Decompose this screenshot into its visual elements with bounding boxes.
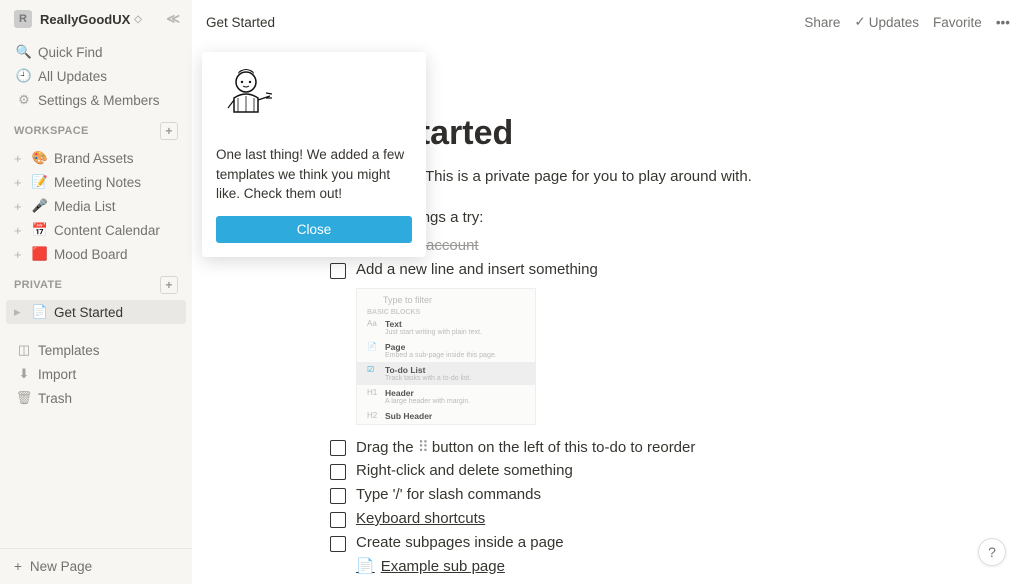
private-pages: ▸📄Get Started — [0, 298, 192, 326]
filter-row: ☑To-do ListTrack tasks with a to-do list… — [357, 362, 535, 385]
new-page-button[interactable]: +New Page — [0, 548, 192, 584]
page-description[interactable]: 👋Welcome! This is a private page for you… — [330, 167, 1024, 185]
gear-icon: ⚙ — [14, 92, 34, 108]
add-icon[interactable]: + — [14, 151, 28, 166]
page-title[interactable]: Get Started — [330, 114, 1024, 153]
todo-drag-reorder[interactable]: Drag the ⠿ button on the left of this to… — [330, 435, 1024, 459]
illustration-person-icon — [216, 64, 286, 134]
filter-section: BASIC BLOCKS — [357, 307, 535, 316]
filter-row: H1HeaderA large header with margin. — [357, 385, 535, 408]
private-section: PRIVATE + — [0, 268, 192, 298]
workspace-switcher[interactable]: R ReallyGoodUX ◇ ≪ — [0, 0, 192, 38]
todo-slash-commands[interactable]: Type '/' for slash commands — [330, 483, 1024, 507]
page-media-list[interactable]: +🎤Media List — [6, 194, 186, 218]
collapse-sidebar-icon[interactable]: ≪ — [166, 11, 180, 27]
add-icon[interactable]: + — [14, 223, 28, 238]
topbar-actions: Share ✓Updates Favorite ••• — [804, 14, 1010, 30]
filter-row: 📄PageEmbed a sub-page inside this page. — [357, 339, 535, 362]
page-get-started[interactable]: ▸📄Get Started — [6, 300, 186, 324]
page-emoji: 🟥 — [30, 246, 50, 262]
add-private-page[interactable]: + — [160, 276, 178, 294]
todo-keyboard-shortcuts[interactable]: Keyboard shortcuts — [330, 507, 1024, 531]
trash[interactable]: 🗑Trash — [6, 386, 186, 410]
workspace-name: ReallyGoodUX — [40, 12, 130, 27]
try-hint[interactable]: Give these things a try: — [330, 209, 1024, 226]
checkbox[interactable] — [330, 536, 346, 552]
page-emoji: 🎤 — [30, 198, 50, 214]
workspace-pages: +🎨Brand Assets +📝Meeting Notes +🎤Media L… — [0, 144, 192, 268]
subpage-link[interactable]: 📄Example sub page — [330, 555, 1024, 575]
todo-subpages[interactable]: Create subpages inside a page — [330, 531, 1024, 555]
checkbox[interactable] — [330, 263, 346, 279]
checkbox[interactable] — [330, 512, 346, 528]
add-workspace-page[interactable]: + — [160, 122, 178, 140]
quick-find[interactable]: 🔍Quick Find — [6, 40, 186, 64]
onboarding-modal: One last thing! We added a few templates… — [202, 52, 426, 257]
trash-icon: 🗑 — [14, 390, 34, 406]
page-emoji: 📅 — [30, 222, 50, 238]
page-content-calendar[interactable]: +📅Content Calendar — [6, 218, 186, 242]
sidebar: R ReallyGoodUX ◇ ≪ 🔍Quick Find 🕘All Upda… — [0, 0, 192, 584]
add-icon[interactable]: + — [14, 175, 28, 190]
add-icon[interactable]: + — [14, 247, 28, 262]
topbar: Get Started Share ✓Updates Favorite ••• — [192, 0, 1024, 44]
sidebar-utilities: ◫Templates ⬇Import 🗑Trash — [0, 336, 192, 412]
checkbox[interactable] — [330, 464, 346, 480]
breadcrumb[interactable]: Get Started — [206, 15, 275, 30]
more-menu-icon[interactable]: ••• — [996, 15, 1010, 30]
slash-menu-preview: Type to filter BASIC BLOCKS AaTextJust s… — [356, 288, 536, 425]
search-icon: 🔍 — [14, 44, 34, 60]
import[interactable]: ⬇Import — [6, 362, 186, 386]
document-icon: 📄 — [356, 557, 375, 575]
page-brand-assets[interactable]: +🎨Brand Assets — [6, 146, 186, 170]
page-emoji: 📝 — [30, 174, 50, 190]
close-button[interactable]: Close — [216, 216, 412, 243]
filter-row: H2Sub Header — [357, 408, 535, 424]
settings-members[interactable]: ⚙Settings & Members — [6, 88, 186, 112]
page-emoji: 🎨 — [30, 150, 50, 166]
todo-create-account[interactable]: ✓Create an account — [330, 234, 1024, 258]
filter-row: AaTextJust start writing with plain text… — [357, 316, 535, 339]
clock-icon: 🕘 — [14, 68, 34, 84]
add-icon[interactable]: + — [14, 199, 28, 214]
filter-placeholder: Type to filter — [357, 289, 535, 307]
todo-add-line[interactable]: Add a new line and insert something — [330, 258, 1024, 282]
favorite-button[interactable]: Favorite — [933, 15, 982, 30]
checkbox[interactable] — [330, 488, 346, 504]
plus-icon: + — [14, 559, 22, 574]
modal-text: One last thing! We added a few templates… — [216, 145, 412, 204]
caret-icon: ◇ — [134, 14, 142, 25]
page-mood-board[interactable]: +🟥Mood Board — [6, 242, 186, 266]
templates-icon: ◫ — [14, 342, 34, 358]
workspace-icon: R — [14, 10, 32, 28]
page-emoji: 📄 — [30, 304, 50, 320]
updates-button[interactable]: ✓Updates — [854, 14, 919, 30]
check-icon: ✓ — [854, 14, 865, 30]
workspace-section: WORKSPACE + — [0, 114, 192, 144]
sidebar-quick-group: 🔍Quick Find 🕘All Updates ⚙Settings & Mem… — [0, 38, 192, 114]
expand-icon[interactable]: ▸ — [14, 304, 28, 320]
checkbox[interactable] — [330, 440, 346, 456]
import-icon: ⬇ — [14, 366, 34, 382]
page-meeting-notes[interactable]: +📝Meeting Notes — [6, 170, 186, 194]
todo-right-click[interactable]: Right-click and delete something — [330, 459, 1024, 483]
help-button[interactable]: ? — [978, 538, 1006, 566]
share-button[interactable]: Share — [804, 15, 840, 30]
drag-handle-icon: ⠿ — [418, 439, 428, 456]
templates[interactable]: ◫Templates — [6, 338, 186, 362]
all-updates[interactable]: 🕘All Updates — [6, 64, 186, 88]
